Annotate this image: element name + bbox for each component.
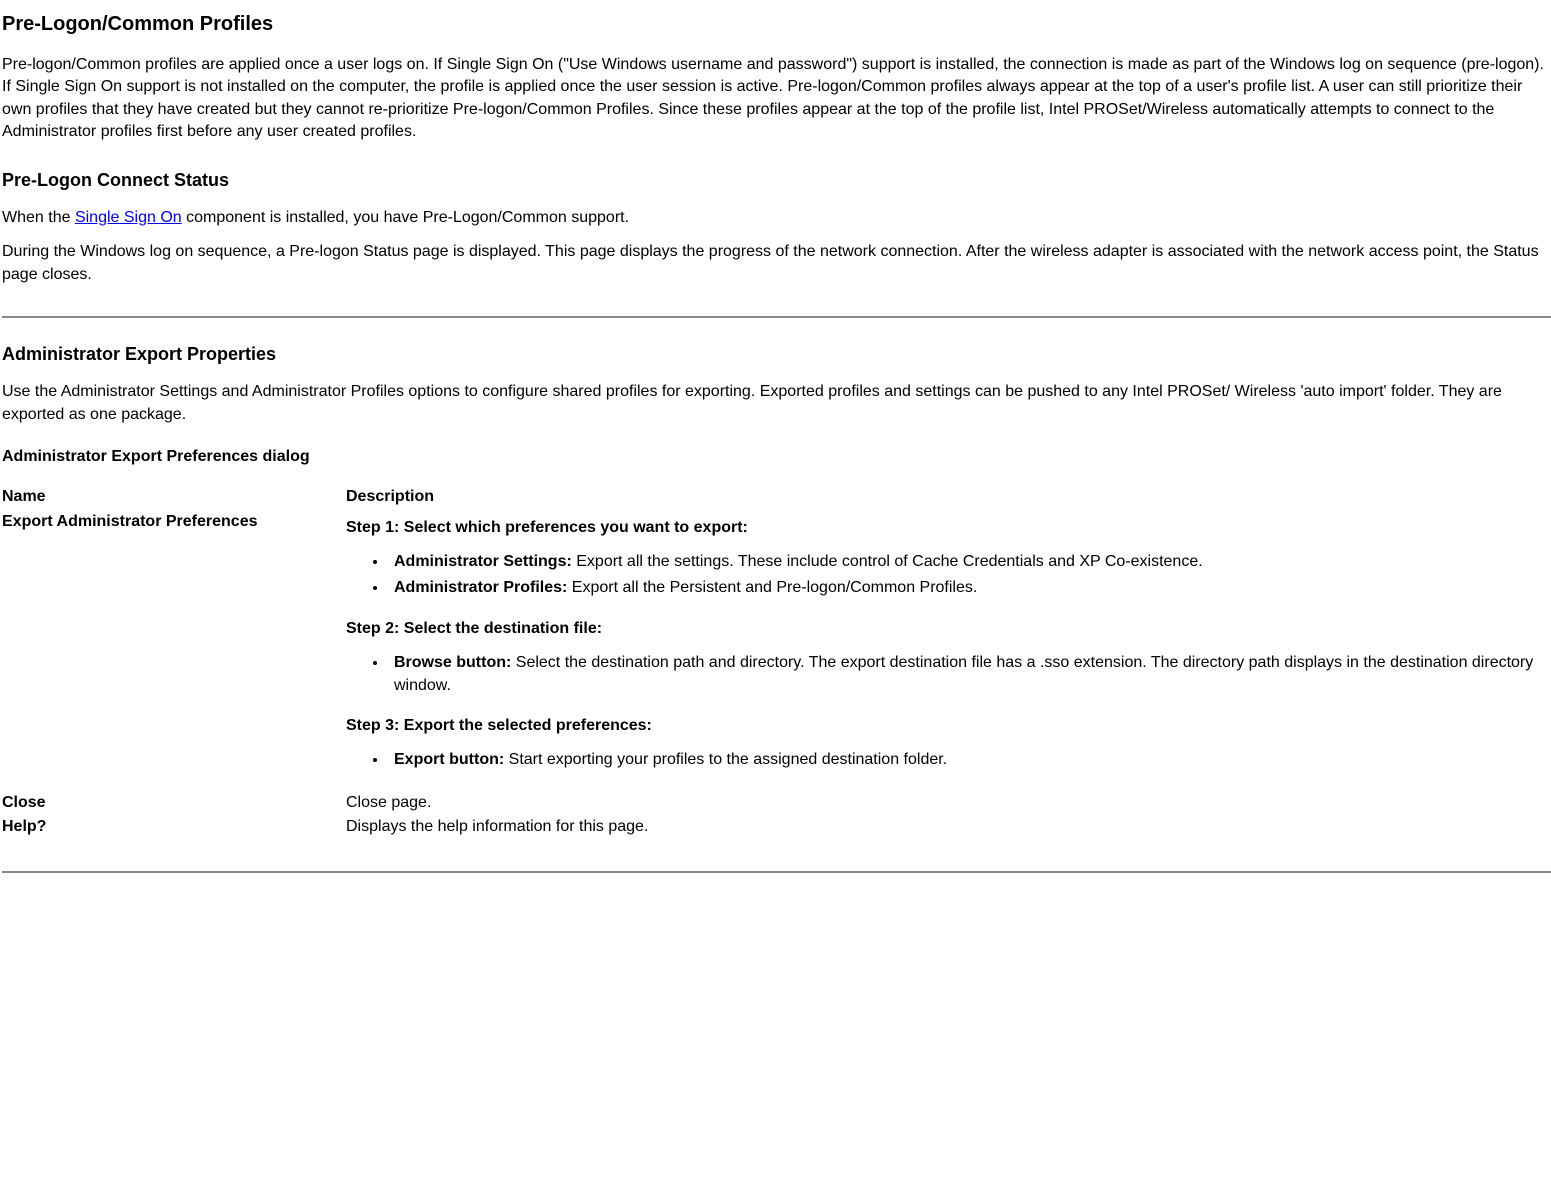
single-sign-on-link[interactable]: Single Sign On (75, 209, 182, 226)
step2-label: Step 2: Select the destination file: (346, 618, 1551, 640)
header-description: Description (342, 486, 1551, 510)
table-row-export-prefs: Export Administrator Preferences Step 1:… (2, 511, 1551, 792)
prelogon-connect-p2: During the Windows log on sequence, a Pr… (2, 241, 1551, 286)
step1-label: Step 1: Select which preferences you wan… (346, 517, 1551, 539)
row-name-close: Close (2, 792, 342, 816)
header-name: Name (2, 486, 342, 510)
admin-settings-label: Administrator Settings: (394, 553, 572, 570)
table-row-help: Help? Displays the help information for … (2, 816, 1551, 840)
divider-1 (2, 316, 1551, 318)
admin-profiles-label: Administrator Profiles: (394, 579, 567, 596)
admin-settings-text: Export all the settings. These include c… (572, 553, 1203, 570)
divider-2 (2, 871, 1551, 873)
step3-bullet1: Export button: Start exporting your prof… (388, 749, 1551, 771)
prelogon-profiles-heading: Pre-Logon/Common Profiles (2, 10, 1551, 38)
row-desc-close: Close page. (342, 792, 1551, 816)
step1-bullet2: Administrator Profiles: Export all the P… (388, 577, 1551, 599)
browse-button-text: Select the destination path and director… (394, 654, 1533, 693)
export-button-text: Start exporting your profiles to the ass… (504, 751, 947, 768)
row-desc-export-prefs: Step 1: Select which preferences you wan… (342, 511, 1551, 792)
row-desc-help: Displays the help information for this p… (342, 816, 1551, 840)
table-row-close: Close Close page. (2, 792, 1551, 816)
browse-button-label: Browse button: (394, 654, 511, 671)
admin-export-paragraph: Use the Administrator Settings and Admin… (2, 381, 1551, 426)
admin-profiles-text: Export all the Persistent and Pre-logon/… (567, 579, 977, 596)
step2-bullet1: Browse button: Select the destination pa… (388, 652, 1551, 697)
prelogon-connect-heading: Pre-Logon Connect Status (2, 168, 1551, 193)
row-name-export-prefs: Export Administrator Preferences (2, 511, 342, 792)
export-prefs-table: Name Description Export Administrator Pr… (2, 486, 1551, 840)
prelogon-connect-p1: When the Single Sign On component is ins… (2, 207, 1551, 229)
table-header-row: Name Description (2, 486, 1551, 510)
export-prefs-dialog-title: Administrator Export Preferences dialog (2, 446, 1551, 468)
prelogon-profiles-paragraph: Pre-logon/Common profiles are applied on… (2, 54, 1551, 144)
step1-bullet1: Administrator Settings: Export all the s… (388, 551, 1551, 573)
row-name-help: Help? (2, 816, 342, 840)
p1-post-text: component is installed, you have Pre-Log… (182, 209, 629, 226)
p1-pre-text: When the (2, 209, 75, 226)
step3-label: Step 3: Export the selected preferences: (346, 715, 1551, 737)
admin-export-heading: Administrator Export Properties (2, 342, 1551, 367)
export-button-label: Export button: (394, 751, 504, 768)
